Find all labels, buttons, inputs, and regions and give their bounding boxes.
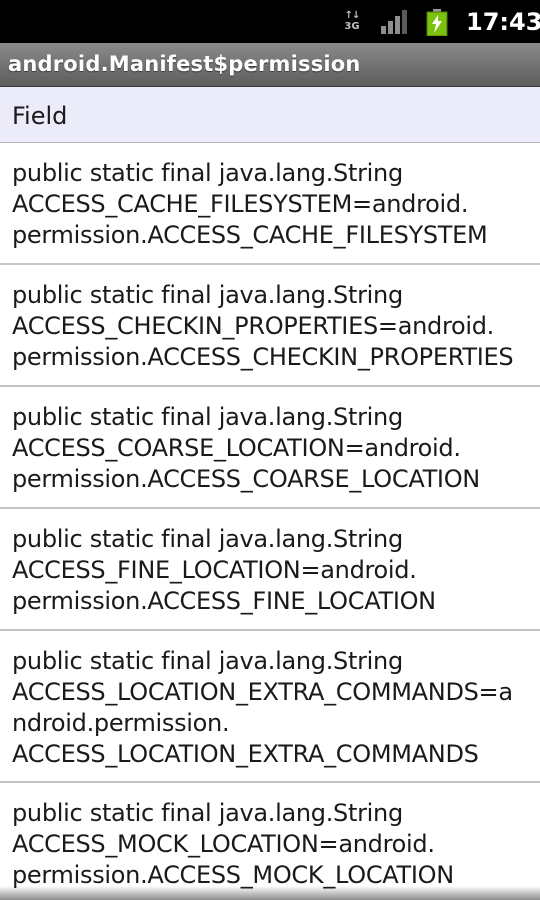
- field-list[interactable]: Field public static final java.lang.Stri…: [0, 87, 540, 900]
- field-name: ACCESS_MOCK_LOCATION=android.: [12, 830, 435, 858]
- field-declaration: public static final java.lang.String: [12, 647, 403, 675]
- scroll-edge-fade: [0, 886, 540, 900]
- clock: 17:43: [466, 8, 540, 36]
- list-header: Field: [0, 87, 540, 143]
- battery-charging-icon: [426, 9, 448, 36]
- list-item[interactable]: public static final java.lang.String ACC…: [0, 387, 540, 509]
- field-declaration: public static final java.lang.String: [12, 281, 403, 309]
- list-item[interactable]: public static final java.lang.String ACC…: [0, 509, 540, 631]
- field-name: ACCESS_COARSE_LOCATION=android.: [12, 434, 461, 462]
- field-value: permission.ACCESS_CHECKIN_PROPERTIES: [12, 343, 514, 371]
- field-value: permission.ACCESS_FINE_LOCATION: [12, 587, 436, 615]
- field-name: ACCESS_CACHE_FILESYSTEM=android.: [12, 190, 469, 218]
- title-bar: android.Manifest$permission: [0, 43, 540, 87]
- list-item[interactable]: public static final java.lang.String ACC…: [0, 265, 540, 387]
- field-value: ACCESS_LOCATION_EXTRA_COMMANDS: [12, 740, 479, 768]
- signal-strength-icon: [381, 10, 407, 34]
- list-item[interactable]: public static final java.lang.String ACC…: [0, 631, 540, 783]
- field-name: ACCESS_LOCATION_EXTRA_COMMANDS=a: [12, 678, 513, 706]
- field-name: ACCESS_FINE_LOCATION=android.: [12, 556, 417, 584]
- network-3g-icon: ↑↓ 3G: [341, 10, 363, 34]
- list-header-label: Field: [12, 102, 68, 130]
- field-value: permission.ACCESS_COARSE_LOCATION: [12, 465, 480, 493]
- field-value: permission.ACCESS_CACHE_FILESYSTEM: [12, 221, 488, 249]
- field-name: ACCESS_CHECKIN_PROPERTIES=android.: [12, 312, 494, 340]
- list-item[interactable]: public static final java.lang.String ACC…: [0, 143, 540, 265]
- field-value: ndroid.permission.: [12, 709, 230, 737]
- field-declaration: public static final java.lang.String: [12, 159, 403, 187]
- network-type-label: 3G: [344, 21, 360, 32]
- field-declaration: public static final java.lang.String: [12, 403, 403, 431]
- field-declaration: public static final java.lang.String: [12, 525, 403, 553]
- page-title: android.Manifest$permission: [8, 52, 361, 76]
- field-declaration: public static final java.lang.String: [12, 799, 403, 827]
- status-bar: ↑↓ 3G 17:43: [0, 0, 540, 43]
- list-item[interactable]: public static final java.lang.String ACC…: [0, 783, 540, 900]
